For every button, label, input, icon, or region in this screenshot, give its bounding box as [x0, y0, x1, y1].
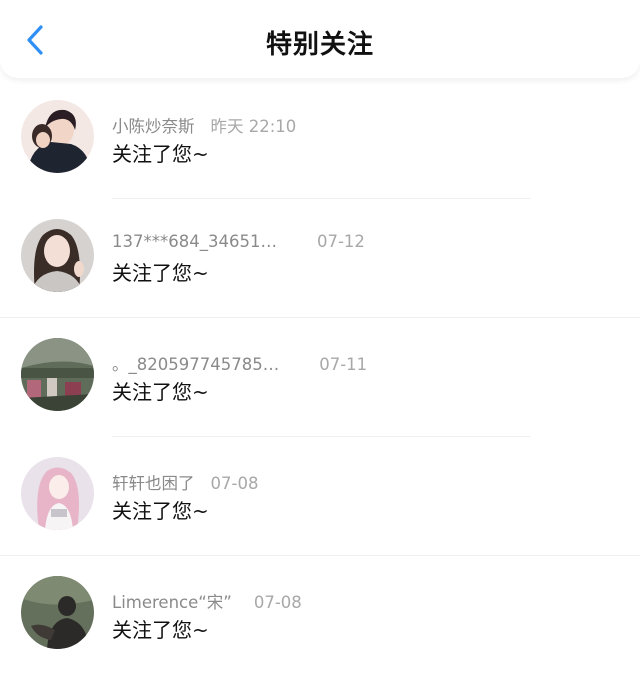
notification-text: 关注了您~ [112, 380, 209, 404]
user-name[interactable]: 137***684_34651… [112, 232, 277, 251]
user-name[interactable]: 小陈炒奈斯 [112, 117, 195, 136]
notification-text: 关注了您~ [112, 618, 209, 642]
notification-meta: 。_820597745785… 07-11 [112, 351, 367, 375]
top-nav-bar: 特别关注 [0, 0, 640, 78]
notification-text: 关注了您~ [112, 261, 209, 285]
avatar[interactable] [21, 576, 94, 649]
notification-meta: 轩轩也困了 07-08 [112, 470, 258, 494]
avatar[interactable] [21, 338, 94, 411]
follow-notification-list: 小陈炒奈斯 昨天 22:10 关注了您~ 137***684_34651… 07-1… [0, 80, 640, 675]
timestamp: 07-08 [253, 593, 302, 612]
timestamp: 07-12 [316, 232, 365, 251]
notification-meta: Limerence“宋” 07-08 [112, 589, 302, 613]
list-item[interactable]: 137***684_34651… 07-12 关注了您~ [0, 199, 640, 318]
avatar[interactable] [21, 457, 94, 530]
user-name[interactable]: 。_820597745785… [112, 355, 279, 374]
notification-meta: 小陈炒奈斯 昨天 22:10 [112, 113, 296, 137]
user-name[interactable]: 轩轩也困了 [112, 474, 195, 493]
notification-text: 关注了您~ [112, 142, 209, 166]
list-item[interactable]: 轩轩也困了 07-08 关注了您~ [0, 437, 640, 556]
list-item[interactable]: Limerence“宋” 07-08 关注了您~ [0, 556, 640, 675]
list-item[interactable]: 。_820597745785… 07-11 关注了您~ [0, 318, 640, 437]
avatar[interactable] [21, 219, 94, 292]
avatar[interactable] [21, 100, 94, 173]
timestamp: 07-08 [210, 474, 259, 493]
notification-meta: 137***684_34651… 07-12 [112, 232, 365, 251]
timestamp: 07-11 [319, 355, 368, 374]
timestamp: 昨天 22:10 [210, 117, 297, 136]
list-item[interactable]: 小陈炒奈斯 昨天 22:10 关注了您~ [0, 80, 640, 199]
notification-text: 关注了您~ [112, 499, 209, 523]
page-title: 特别关注 [265, 30, 374, 60]
user-name[interactable]: Limerence“宋” [112, 593, 232, 612]
